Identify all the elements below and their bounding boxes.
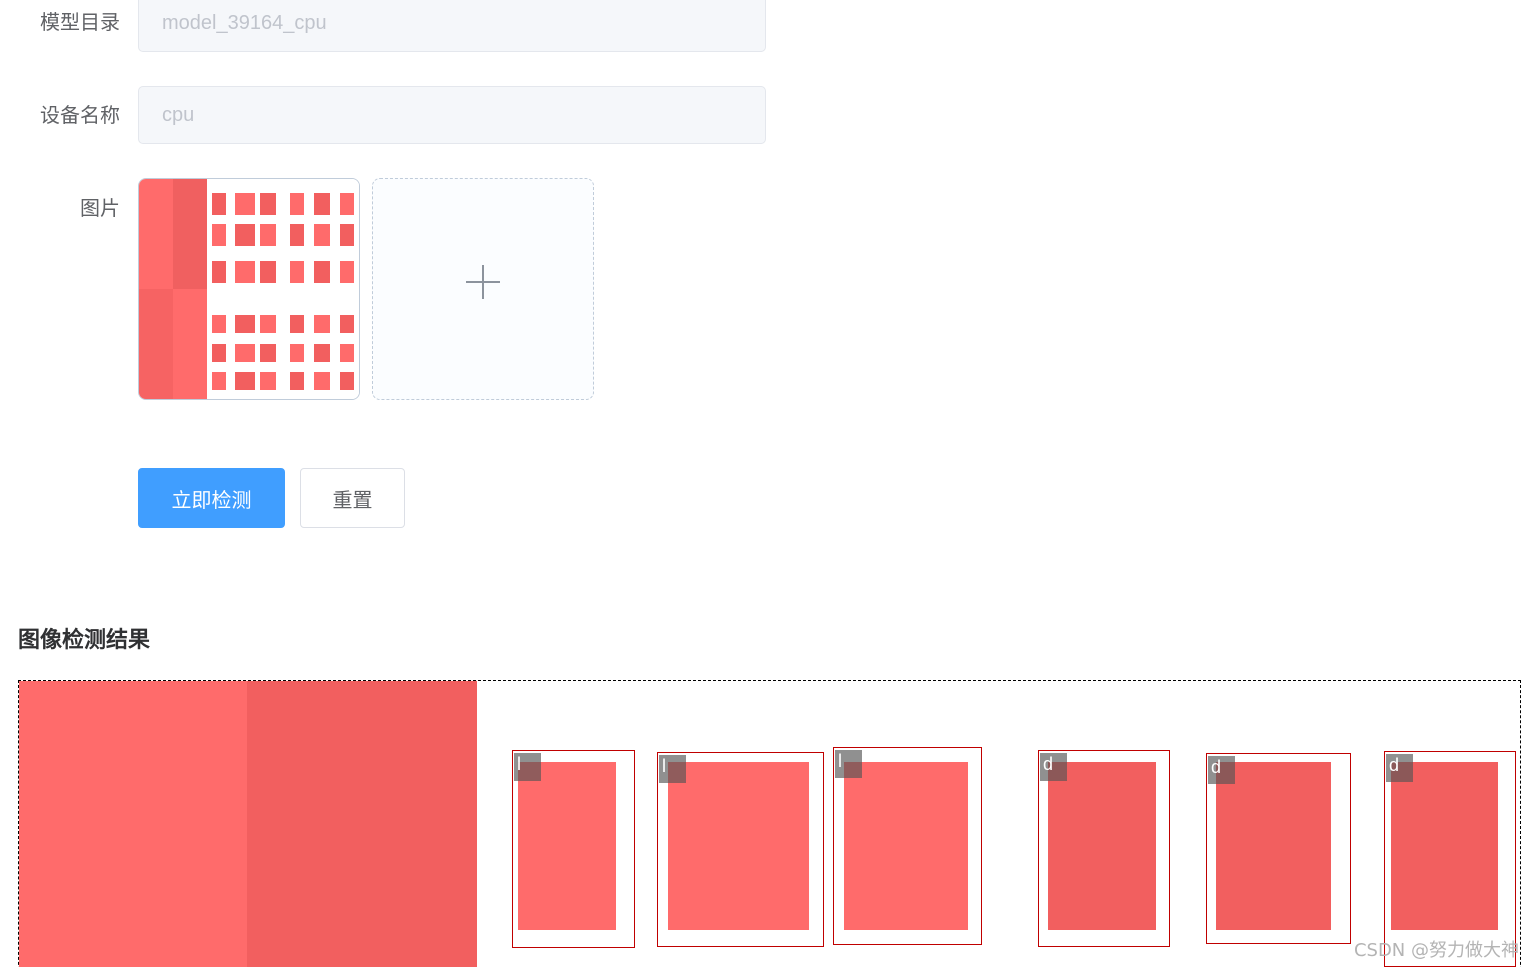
thumbnail-cell — [260, 224, 276, 246]
model-dir-input[interactable] — [138, 0, 766, 52]
thumbnail-cell — [235, 224, 255, 246]
thumbnail-cell — [314, 372, 330, 390]
thumbnail-cell — [290, 372, 304, 390]
thumbnail-cell — [290, 224, 304, 246]
detection-result-image: lllddd — [18, 680, 1521, 967]
thumbnail-cell — [340, 261, 354, 283]
thumbnail-cell — [340, 372, 354, 390]
thumbnail-cell — [260, 315, 276, 333]
thumbnail-cell — [314, 261, 330, 283]
detected-object — [1048, 762, 1156, 930]
thumbnail-cell — [340, 344, 354, 362]
thumbnail-cell — [235, 193, 255, 215]
thumbnail-cell — [290, 344, 304, 362]
device-name-input[interactable] — [138, 86, 766, 144]
detected-object — [1216, 762, 1331, 930]
thumbnail-cell — [212, 344, 226, 362]
detected-object — [668, 762, 809, 930]
thumbnail-cell — [212, 261, 226, 283]
thumbnail-cell — [290, 193, 304, 215]
thumbnail-cell — [314, 224, 330, 246]
thumbnail-cell — [260, 372, 276, 390]
thumbnail-cell — [212, 315, 226, 333]
thumbnail-cell — [340, 193, 354, 215]
thumbnail-cell — [212, 372, 226, 390]
csdn-watermark: CSDN @努力做大神 — [1353, 940, 1519, 961]
plus-icon — [466, 265, 500, 299]
model-dir-label: 模型目录 — [40, 10, 120, 34]
thumbnail-cell — [235, 344, 255, 362]
thumbnail-cell — [235, 261, 255, 283]
bbox-class-label: l — [517, 754, 521, 774]
thumbnail-cell — [235, 372, 255, 390]
detected-object — [518, 762, 616, 930]
image-label: 图片 — [80, 196, 120, 220]
bbox-class-label: d — [1043, 754, 1054, 774]
thumbnail-cell — [340, 224, 354, 246]
detect-now-button[interactable]: 立即检测 — [138, 468, 285, 528]
thumbnail-image — [139, 179, 359, 399]
thumbnail-cell — [290, 261, 304, 283]
thumbnail-cell — [314, 315, 330, 333]
bbox-class-label: d — [1389, 755, 1400, 775]
device-name-label: 设备名称 — [40, 103, 120, 127]
detected-object — [1391, 762, 1498, 930]
thumbnail-cell — [314, 193, 330, 215]
upload-trigger[interactable] — [372, 178, 594, 400]
thumbnail-cell — [260, 193, 276, 215]
detection-page: 模型目录 设备名称 图片 立即检测 重置 图像检测结果 — [0, 0, 1533, 967]
thumbnail-cell — [212, 193, 226, 215]
result-section-title: 图像检测结果 — [18, 628, 151, 653]
thumbnail-cell — [212, 224, 226, 246]
thumbnail-cell — [260, 344, 276, 362]
bbox-class-label: l — [662, 756, 666, 776]
thumbnail-cell — [235, 315, 255, 333]
thumbnail-cell — [290, 315, 304, 333]
uploaded-image-thumbnail[interactable] — [138, 178, 360, 400]
thumbnail-cell — [260, 261, 276, 283]
bbox-class-label: l — [838, 751, 842, 771]
result-canvas — [19, 681, 1516, 967]
detected-object — [844, 762, 968, 930]
thumbnail-cell — [340, 315, 354, 333]
bbox-class-label: d — [1211, 757, 1222, 777]
thumbnail-cell — [314, 344, 330, 362]
reset-button[interactable]: 重置 — [300, 468, 405, 528]
